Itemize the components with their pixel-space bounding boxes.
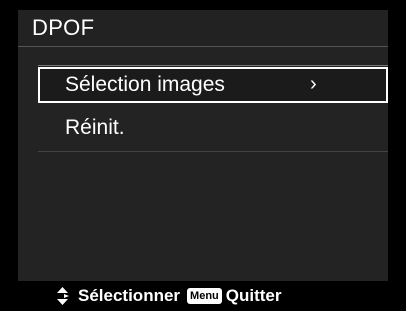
select-hint: Sélectionner xyxy=(78,286,181,305)
menu-item-label: Réinit. xyxy=(65,116,125,139)
menu-item-label: Sélection images xyxy=(65,73,225,96)
menu-item-selection-images[interactable]: Sélection images › xyxy=(38,65,388,103)
up-down-arrows-icon xyxy=(57,287,69,305)
quit-hint: Quitter xyxy=(225,286,282,305)
menu-button-badge: Menu xyxy=(187,288,222,304)
page-title: DPOF xyxy=(32,15,95,40)
menu-list: Sélection images › Réinit. xyxy=(18,47,388,281)
footer-hint-bar: Sélectionner Menu Quitter xyxy=(18,281,388,311)
menu-item-reinit[interactable]: Réinit. xyxy=(38,110,388,152)
dpof-menu-screen: DPOF Sélection images › Réinit. Sélectio… xyxy=(0,0,406,311)
chevron-right-icon: › xyxy=(310,73,317,96)
title-bar: DPOF xyxy=(18,10,388,47)
